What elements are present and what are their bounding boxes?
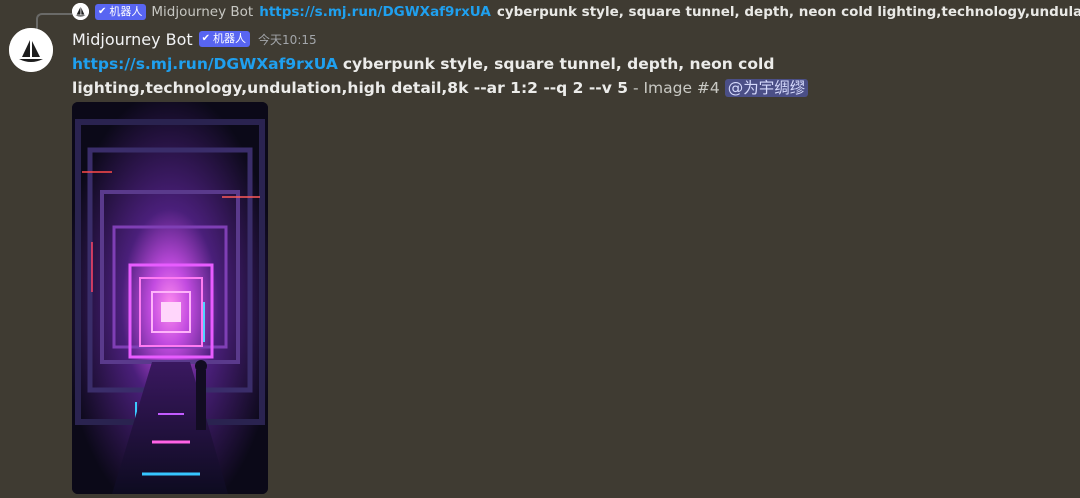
reply-bot-tag: ✔ 机器人 bbox=[95, 4, 147, 20]
author-name[interactable]: Midjourney Bot bbox=[72, 30, 193, 49]
bot-tag: ✔ 机器人 bbox=[198, 31, 251, 47]
user-mention[interactable]: @为宇绸缪 bbox=[724, 79, 809, 97]
reply-connector-line bbox=[36, 13, 72, 31]
sailboat-icon bbox=[72, 3, 89, 20]
verified-check-icon: ✔ bbox=[201, 33, 211, 44]
reply-author[interactable]: Midjourney Bot bbox=[151, 4, 253, 20]
prompt-link[interactable]: https://s.mj.run/DGWXaf9rxUA bbox=[72, 55, 338, 73]
message-content: https://s.mj.run/DGWXaf9rxUA cyberpunk s… bbox=[72, 52, 1072, 100]
bot-tag-label: 机器人 bbox=[213, 32, 247, 45]
message-header: Midjourney Bot ✔ 机器人 今天10:15 bbox=[72, 27, 317, 51]
reply-text: cyberpunk style, square tunnel, depth, n… bbox=[496, 4, 1080, 20]
reply-avatar[interactable] bbox=[72, 3, 89, 20]
discord-chat-view: ✔ 机器人 Midjourney Bot https://s.mj.run/DG… bbox=[0, 0, 1080, 498]
image-index-text: - Image #4 bbox=[628, 79, 720, 97]
cyberpunk-tunnel-image bbox=[72, 102, 268, 494]
message-timestamp[interactable]: 今天10:15 bbox=[258, 31, 317, 48]
generated-image[interactable] bbox=[72, 102, 268, 494]
reply-preview[interactable]: ✔ 机器人 Midjourney Bot https://s.mj.run/DG… bbox=[95, 2, 1080, 22]
author-avatar[interactable] bbox=[9, 28, 53, 72]
verified-check-icon: ✔ bbox=[98, 6, 107, 17]
reply-link[interactable]: https://s.mj.run/DGWXaf9rxUA bbox=[259, 4, 491, 20]
reply-bot-tag-label: 机器人 bbox=[109, 5, 143, 18]
sailboat-icon bbox=[9, 28, 53, 72]
